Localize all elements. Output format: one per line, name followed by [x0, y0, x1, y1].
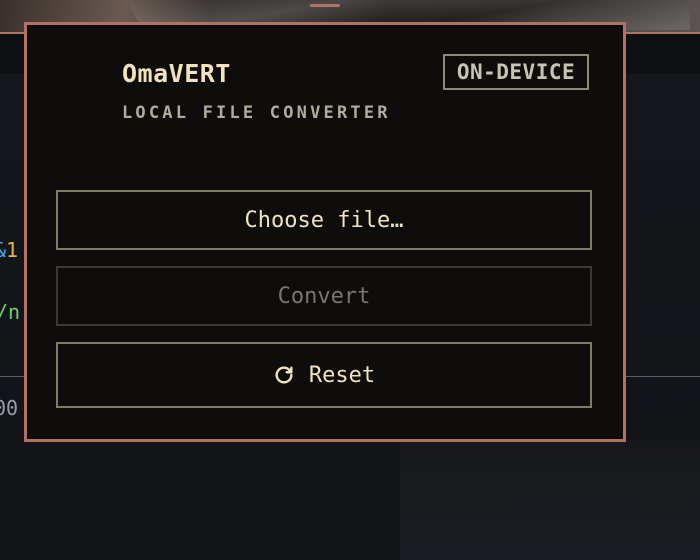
convert-label: Convert: [277, 283, 371, 309]
converter-dialog: OmaVERT LOCAL FILE CONVERTER ON-DEVICE C…: [24, 22, 626, 442]
reset-label: Reset: [308, 362, 376, 388]
background-terminal-line: &1: [0, 238, 18, 262]
convert-button[interactable]: Convert: [56, 266, 592, 326]
drag-handle[interactable]: [310, 4, 340, 7]
choose-file-button[interactable]: Choose file…: [56, 190, 592, 250]
reset-button[interactable]: Reset: [56, 342, 592, 408]
background-terminal-line: 00: [0, 396, 19, 420]
background-terminal-line: /n: [0, 300, 21, 324]
background-panel: [400, 440, 700, 560]
refresh-icon: [273, 364, 295, 386]
desktop: &1 /n 00 OmaVERT LOCAL FILE CONVERTER ON…: [0, 0, 700, 560]
app-title: OmaVERT: [122, 59, 231, 88]
background-text: 1: [6, 238, 19, 262]
on-device-badge: ON-DEVICE: [443, 54, 589, 90]
choose-file-label: Choose file…: [244, 207, 404, 233]
app-subtitle: LOCAL FILE CONVERTER: [122, 103, 391, 123]
